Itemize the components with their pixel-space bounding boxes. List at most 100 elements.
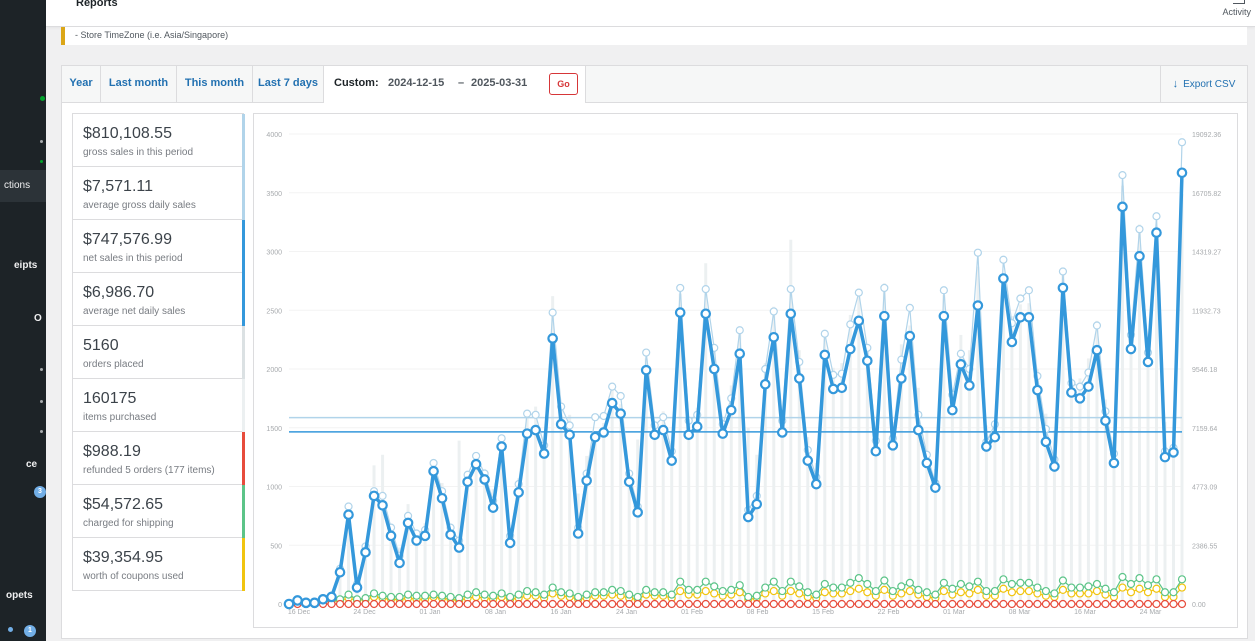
refunds-point — [633, 599, 642, 609]
tab-year[interactable]: Year — [62, 66, 101, 102]
coupons-point — [905, 586, 914, 596]
legend-item[interactable]: $39,354.95 worth of coupons used — [73, 538, 245, 591]
shipping-point — [1177, 575, 1187, 584]
legend-item[interactable]: $747,576.99 net sales in this period — [73, 220, 245, 273]
refunds-point — [523, 599, 532, 609]
tab-last-7-days[interactable]: Last 7 days — [253, 66, 324, 102]
coupons-point — [1084, 589, 1093, 598]
legend-color-bar — [242, 273, 245, 326]
sidebar-item-label[interactable]: eipts — [14, 259, 37, 273]
shipping-point — [1050, 589, 1059, 598]
legend-color-bar — [242, 220, 245, 273]
sidebar-item-label[interactable]: ctions — [4, 179, 30, 193]
legend-item[interactable]: $54,572.65 charged for shipping — [73, 485, 245, 538]
sidebar-item-label[interactable]: opets — [6, 589, 33, 603]
gross-sales-point — [531, 410, 540, 419]
legend-item[interactable]: $988.19 refunded 5 orders (177 items) — [73, 432, 245, 485]
legend-item[interactable]: $7,571.11 average gross daily sales — [73, 167, 245, 220]
go-button[interactable]: Go — [549, 73, 578, 95]
end-date-input[interactable]: 2025-03-31 — [471, 77, 527, 89]
net-sales-point — [1100, 415, 1111, 426]
refunds-point — [480, 599, 489, 609]
coupons-point — [846, 586, 855, 596]
gross-sales-point — [769, 307, 778, 316]
export-csv-button[interactable]: ↓ Export CSV — [1160, 66, 1247, 103]
net-sales-point — [1168, 447, 1179, 458]
gross-sales-point — [591, 413, 600, 422]
refunds-point — [625, 599, 634, 609]
refunds-point — [1050, 599, 1059, 609]
sidebar-item-label[interactable]: O — [34, 312, 42, 326]
refunds-point — [965, 599, 974, 609]
net-sales-point — [283, 598, 295, 610]
net-sales-point — [521, 428, 533, 439]
tab-last-month[interactable]: Last month — [101, 66, 177, 102]
y-tick-label: 500 — [270, 543, 282, 550]
refunds-point — [489, 599, 498, 609]
shipping-point — [1024, 578, 1034, 587]
x-tick-label: 24 Dec — [353, 609, 376, 616]
legend-item[interactable]: $810,108.55 gross sales in this period — [73, 114, 245, 167]
coupons-point — [965, 589, 974, 598]
net-sales-point — [1176, 167, 1188, 179]
legend-item[interactable]: 5160 orders placed — [73, 326, 245, 379]
legend-value: $54,572.65 — [83, 496, 164, 513]
coupons-point — [1058, 585, 1068, 594]
orders-bar — [1018, 304, 1022, 604]
orders-bar — [721, 428, 725, 604]
net-sales-point — [998, 273, 1009, 284]
x-tick-label: 01 Jan — [419, 609, 440, 616]
coupons-point — [1126, 588, 1136, 597]
net-sales-point — [921, 457, 933, 469]
start-date-input[interactable]: 2024-12-15 — [388, 77, 444, 89]
net-sales-point — [887, 440, 899, 451]
y-tick-label: 2000 — [266, 367, 282, 374]
legend-color-bar — [242, 432, 245, 485]
gross-sales-point — [659, 413, 668, 422]
coupons-point — [973, 585, 982, 594]
sidebar-dot-icon — [40, 96, 45, 101]
legend-color-bar — [242, 167, 245, 220]
shipping-point — [1109, 588, 1119, 597]
shipping-point — [956, 579, 965, 589]
net-sales-point — [1040, 436, 1052, 448]
net-sales-point — [904, 330, 916, 342]
refunds-point — [335, 599, 345, 609]
chart-canvas: 0 500 1000 1500 2000 2500 3000 3500 4000 0.00 2386… — [266, 132, 1221, 616]
sidebar-item-label[interactable]: ce — [26, 458, 37, 472]
net-sales-point — [1074, 393, 1086, 404]
net-sales-point — [564, 429, 575, 441]
net-sales-point — [547, 333, 558, 344]
refunds-point — [710, 599, 719, 609]
shipping-point — [990, 586, 999, 596]
net-sales-point — [683, 429, 695, 441]
refunds-point — [1007, 599, 1017, 609]
legend-item[interactable]: $6,986.70 average net daily sales — [73, 273, 245, 326]
net-sales-point — [947, 404, 958, 416]
sidebar-dot-icon — [40, 140, 43, 143]
activity-icon[interactable] — [1233, 0, 1245, 4]
legend-label: average gross daily sales — [83, 200, 196, 211]
net-sales-point — [360, 546, 371, 558]
net-sales-point — [598, 427, 609, 438]
legend-label: worth of coupons used — [83, 571, 184, 582]
shipping-point — [863, 579, 872, 589]
orders-bar — [653, 423, 657, 604]
orders-bar — [593, 432, 597, 604]
net-sales-point — [343, 509, 354, 520]
legend-value: $6,986.70 — [83, 284, 155, 301]
legend-item[interactable]: 160175 items purchased — [73, 379, 245, 432]
net-sales-point — [938, 310, 950, 322]
orders-bar — [1078, 378, 1082, 604]
net-sales-point — [589, 431, 601, 443]
chart-legend: $810,108.55 gross sales in this period $… — [72, 113, 245, 591]
gross-sales-point — [846, 320, 855, 329]
tab-this-month[interactable]: This month — [177, 66, 253, 102]
shipping-point — [710, 582, 719, 591]
shipping-point — [514, 590, 523, 599]
shipping-point — [1016, 578, 1025, 587]
gross-sales-point — [1135, 225, 1144, 234]
activity-button[interactable]: Activity — [1222, 7, 1251, 17]
shipping-point — [506, 592, 515, 602]
refunds-point — [1143, 599, 1153, 609]
